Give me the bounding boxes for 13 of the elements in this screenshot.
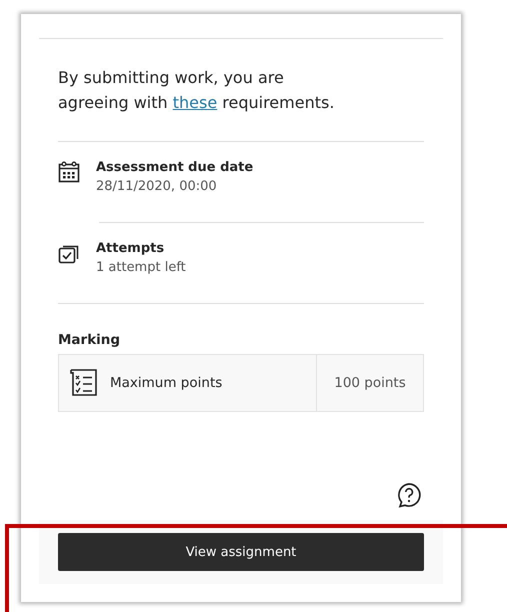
detail-label: Attempts (96, 240, 166, 258)
requirements-link[interactable]: these (172, 93, 218, 112)
points-label: Maximum points (110, 375, 222, 391)
points-value: 100 points (333, 374, 407, 393)
section-heading: Marking (58, 332, 122, 348)
requirements-notice: By submitting work, you are agreeing with these requirements. (58, 67, 336, 114)
detail-value: 28/11/2020, 00:00 (96, 178, 218, 196)
detail-value: 1 attempt left (96, 259, 186, 277)
view-assignment-button[interactable]: View assignment (58, 533, 424, 571)
detail-label: Assessment due date (96, 159, 254, 177)
help-icon[interactable] (396, 482, 422, 508)
checklist-icon (68, 367, 100, 399)
calendar-icon (58, 161, 80, 183)
